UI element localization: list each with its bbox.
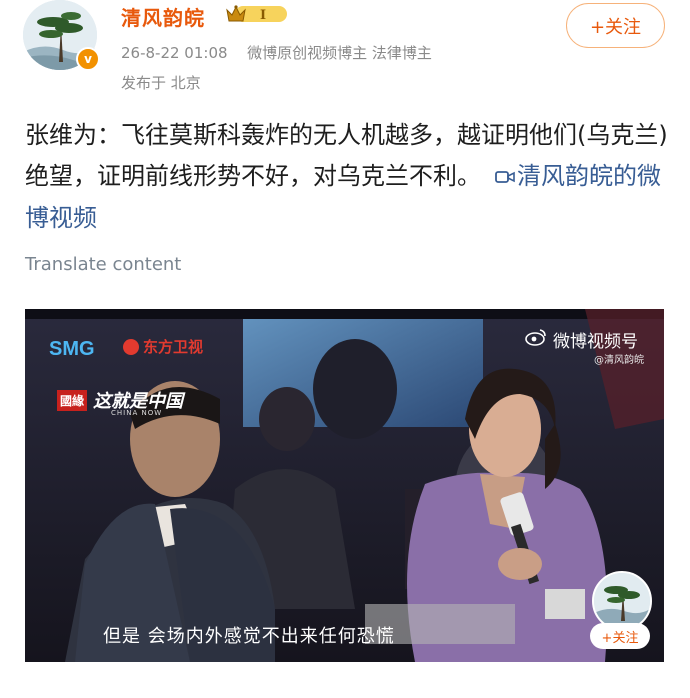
vip-crown-icon: I — [225, 3, 289, 25]
channel-logo-icon — [123, 338, 139, 355]
video-frame — [25, 309, 664, 662]
post-meta: 26-8-22 01:08 微博原创视频博主 法律博主 — [121, 42, 432, 63]
show-seal: 國緣 — [57, 389, 88, 411]
verified-badge-icon: v — [76, 47, 100, 71]
weibo-eye-icon — [525, 328, 547, 351]
author-name[interactable]: 清风韵皖 — [121, 2, 205, 31]
follow-button[interactable]: +关注 — [566, 3, 665, 48]
smg-logo: SMG — [49, 338, 95, 360]
video-author-avatar[interactable] — [592, 571, 652, 631]
channel-logo: 东方卫视 — [123, 336, 203, 357]
show-subtitle: CHINA NOW — [111, 409, 163, 417]
post-body: 张维为：飞往莫斯科轰炸的无人机越多，越证明他们(乌克兰)绝望，证明前线形势不好，… — [25, 115, 670, 239]
post-location: 发布于 北京 — [121, 74, 201, 92]
vip-level: I — [260, 8, 266, 23]
video-player[interactable]: SMG 东方卫视 微博视频号 @清风韵皖 國緣 这就是中国 CHINA NOW … — [25, 309, 664, 662]
weibo-video-watermark: 微博视频号 — [525, 327, 638, 352]
source-tag: 微博原创视频博主 法律博主 — [247, 44, 432, 62]
translate-button[interactable]: Translate content — [25, 254, 181, 275]
video-camera-icon — [495, 157, 515, 198]
post-date: 26-8-22 01:08 — [121, 44, 228, 62]
weibo-handle: @清风韵皖 — [594, 355, 644, 366]
video-subtitle: 但是 会场内外感觉不出来任何恐慌 — [103, 626, 395, 647]
show-logo: 國緣 这就是中国 CHINA NOW — [57, 387, 183, 417]
video-follow-button[interactable]: +关注 — [590, 623, 650, 649]
